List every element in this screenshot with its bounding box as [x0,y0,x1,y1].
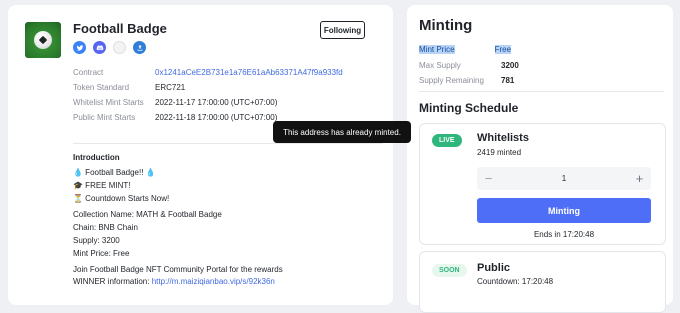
winner-info-line: WINNER information: http://m.maiziqianba… [73,277,275,286]
twitter-icon[interactable] [73,41,86,54]
token-standard-value: ERC721 [155,83,186,92]
intro-line: ⏳ Countdown Starts Now! [73,194,170,203]
mint-price-row: Mint Price Free [419,45,512,54]
max-supply-row: Max Supply 3200 [419,61,519,70]
intro-line: Join Football Badge NFT Community Portal… [73,265,283,274]
contract-row: Contract 0x1241aCeE2B731e1a76E61aAb63371… [73,68,343,77]
intro-line: 🎓 FREE MINT! [73,181,131,190]
public-start-label: Public Mint Starts [73,113,136,122]
whitelist-start-label: Whitelist Mint Starts [73,98,144,107]
share-icon[interactable] [133,41,146,54]
supply-remaining-value: 781 [501,76,515,85]
social-links [73,41,146,54]
winner-link[interactable]: http://m.maiziqianbao.vip/s/92k36n [152,277,275,286]
public-phase-name: Public [477,262,511,274]
increment-button[interactable]: + [628,167,651,190]
quantity-stepper: − + [477,167,651,190]
whitelist-phase: LIVE Whitelists 2419 minted − + Minting … [419,123,666,245]
whitelist-phase-name: Whitelists [477,132,529,144]
soon-badge: SOON [432,264,467,277]
minting-button[interactable]: Minting [477,198,651,223]
discord-icon[interactable] [93,41,106,54]
minted-count: 2419 minted [477,148,522,157]
winner-label: WINNER information: [73,277,152,286]
intro-line: Chain: BNB Chain [73,223,138,232]
public-countdown: Countdown: 17:20:48 [477,277,554,286]
following-button[interactable]: Following [320,21,365,39]
project-name: Football Badge [73,21,167,36]
intro-line: 💧 Football Badge!! 💧 [73,168,156,177]
public-phase: SOON Public Countdown: 17:20:48 [419,251,666,313]
supply-remaining-row: Supply Remaining 781 [419,76,514,85]
section-divider [419,91,664,92]
intro-line: Mint Price: Free [73,249,130,258]
ends-countdown: Ends in 17:20:48 [533,230,595,239]
max-supply-value: 3200 [501,61,519,70]
public-start-value: 2022-11-18 17:00:00 (UTC+07:00) [155,113,278,122]
contract-label: Contract [73,68,104,77]
section-divider [73,143,383,144]
token-standard-row: Token Standard ERC721 [73,83,185,92]
already-minted-tooltip: This address has already minted. [273,121,411,143]
project-logo [25,22,61,58]
whitelist-start-row: Whitelist Mint Starts 2022-11-17 17:00:0… [73,98,277,107]
website-icon[interactable] [113,41,126,54]
introduction-heading: Introduction [73,153,120,162]
max-supply-label: Max Supply [419,61,461,70]
minting-heading: Minting [419,17,473,34]
mint-price-label: Mint Price [419,45,455,54]
decrement-button[interactable]: − [477,167,500,190]
whitelist-start-value: 2022-11-17 17:00:00 (UTC+07:00) [155,98,278,107]
token-standard-label: Token Standard [73,83,130,92]
project-card: Football Badge Following Contract 0x1241… [8,5,393,305]
intro-line: Supply: 3200 [73,236,120,245]
supply-remaining-label: Supply Remaining [419,76,484,85]
quantity-input[interactable] [507,167,621,190]
intro-line: Collection Name: MATH & Football Badge [73,210,222,219]
live-badge: LIVE [432,134,462,147]
minting-card: Minting Mint Price Free Max Supply 3200 … [407,5,673,313]
contract-address-link[interactable]: 0x1241aCeE2B731e1a76E61aAb63371A47f9a933… [155,68,343,77]
mint-price-value: Free [494,45,512,54]
public-start-row: Public Mint Starts 2022-11-18 17:00:00 (… [73,113,277,122]
minting-schedule-heading: Minting Schedule [419,101,519,115]
